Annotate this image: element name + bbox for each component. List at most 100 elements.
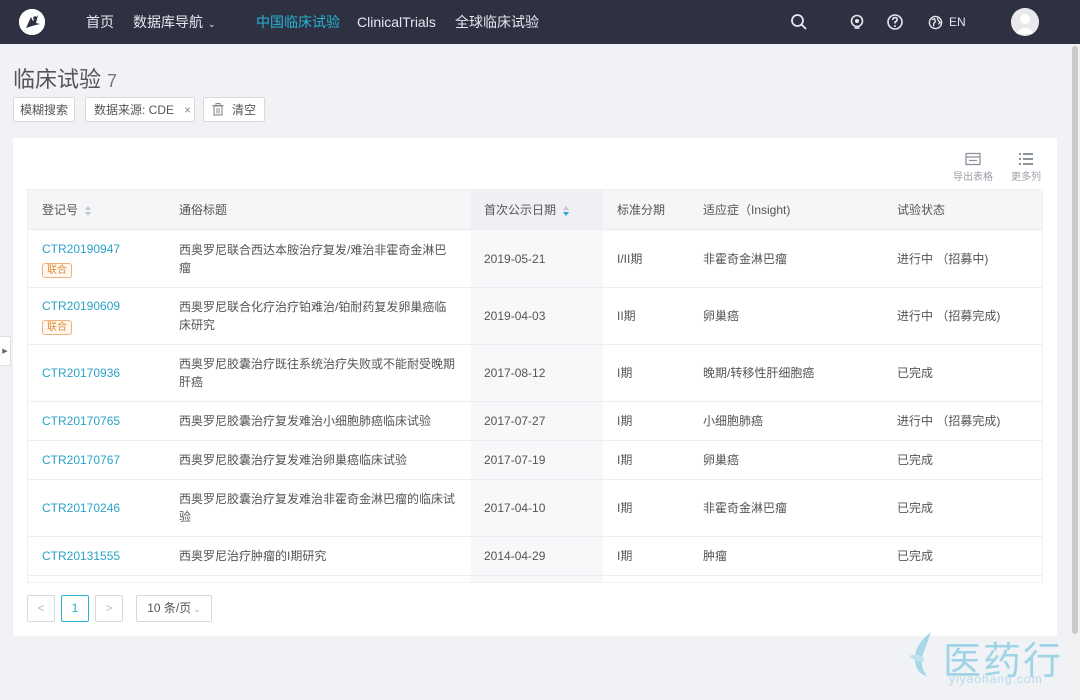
title-line: 西奥罗尼胶囊治疗复发难治非霍奇金淋巴瘤的临床试 — [179, 492, 456, 506]
export-table-button[interactable]: 导出表格 — [953, 152, 993, 183]
page-title: 临床试验 7 — [13, 62, 117, 94]
title-line: 西奥罗尼胶囊治疗既往系统治疗失败或不能耐受晚期 — [179, 357, 456, 371]
tag-label: 联合 — [42, 320, 72, 335]
header-publish-date[interactable]: 首次公示日期 — [471, 190, 603, 230]
phase: I期 — [617, 414, 633, 428]
source-filter-label: 数据来源: CDE — [94, 103, 175, 117]
result-count: 7 — [107, 71, 118, 91]
chevron-down-icon: ⌄ — [208, 19, 216, 29]
help-icon[interactable] — [885, 12, 905, 32]
watermark: 医药行 yiyaohang.com — [905, 628, 1065, 688]
trial-title: 西奥罗尼胶囊治疗复发难治卵巢癌临床试验 — [179, 453, 408, 467]
registration-link[interactable]: CTR20170246 — [42, 499, 120, 517]
trial-title: 西奥罗尼胶囊治疗复发难治非霍奇金淋巴瘤的临床试验 — [179, 490, 455, 526]
indication: 卵巢癌 — [703, 309, 740, 323]
publish-date: 2017-07-27 — [484, 414, 546, 428]
next-page-button[interactable]: > — [95, 595, 123, 622]
table-row[interactable]: CTR20170765 西奥罗尼胶囊治疗复发难治小细胞肺癌临床试验 2017-0… — [28, 402, 1042, 441]
sort-icon[interactable] — [563, 205, 570, 216]
registration-link[interactable]: CTR20131555 — [42, 547, 120, 565]
trial-status: 已完成 — [897, 366, 934, 380]
lightbulb-icon[interactable] — [847, 12, 867, 32]
trial-status: 已完成 — [897, 549, 934, 563]
nav-clinicaltrials[interactable]: ClinicalTrials — [357, 0, 436, 44]
table-row[interactable]: CTR20131555 西奥罗尼治疗肿瘤的I期研究 2014-04-29 I期 … — [28, 537, 1042, 576]
page-size-select[interactable]: 10 条/页 ⌄ — [136, 595, 212, 622]
registration-link[interactable]: CTR20190947 — [42, 240, 120, 258]
language-label: EN — [949, 15, 966, 29]
language-switch[interactable]: EN — [928, 0, 966, 44]
page-scrollbar[interactable] — [1070, 44, 1080, 700]
caret-right-icon: ▶ — [2, 348, 8, 355]
registration-link[interactable]: CTR20170936 — [42, 364, 120, 382]
combination-tag: 联合 — [42, 317, 72, 335]
app-logo[interactable] — [19, 9, 45, 35]
header-indication: 适应症（Insight) — [703, 203, 791, 217]
results-card: 导出表格 更多列 登记号 通俗标题 首次公示日期 标准分期 适应症（Insigh… — [13, 138, 1057, 636]
nav-global-clinical-trials[interactable]: 全球临床试验 — [455, 0, 539, 44]
sort-icon[interactable] — [85, 205, 92, 216]
table-row[interactable]: CTR20170767 西奥罗尼胶囊治疗复发难治卵巢癌临床试验 2017-07-… — [28, 441, 1042, 480]
export-icon — [953, 152, 993, 166]
phase: I期 — [617, 453, 633, 467]
leaf-icon — [909, 632, 931, 676]
export-label: 导出表格 — [953, 172, 993, 183]
phase: II期 — [617, 309, 636, 323]
trash-icon — [212, 103, 224, 116]
more-columns-button[interactable]: 更多列 — [1011, 152, 1041, 183]
header-status: 试验状态 — [897, 203, 946, 217]
scrollbar-thumb[interactable] — [1072, 46, 1078, 634]
sidebar-expand-handle[interactable]: ▶ — [0, 336, 11, 366]
search-icon[interactable] — [789, 12, 809, 32]
close-icon[interactable]: × — [184, 103, 191, 117]
registration-link[interactable]: CTR20170765 — [42, 412, 120, 430]
clear-button[interactable]: 清空 — [203, 97, 265, 122]
globe-icon — [928, 15, 943, 30]
publish-date: 2017-07-19 — [484, 453, 546, 467]
more-columns-label: 更多列 — [1011, 172, 1041, 183]
page-1-button[interactable]: 1 — [61, 595, 89, 622]
table-row[interactable]: CTR20170936 西奥罗尼胶囊治疗既往系统治疗失败或不能耐受晚期 肝癌 20… — [28, 345, 1042, 402]
header-phase: 标准分期 — [617, 203, 666, 217]
publish-date: 2017-04-10 — [484, 501, 546, 515]
source-filter-chip: 数据来源: CDE × — [85, 97, 195, 122]
trials-table: 登记号 通俗标题 首次公示日期 标准分期 适应症（Insight) 试验状态 C… — [27, 189, 1043, 583]
indication: 小细胞肺癌 — [703, 414, 764, 428]
table-row[interactable]: CTR20190609 联合 西奥罗尼联合化疗治疗铂难治/铂耐药复发卵巢癌临 床研… — [28, 288, 1042, 345]
header-title: 通俗标题 — [179, 203, 228, 217]
header-registration-no[interactable]: 登记号 — [42, 190, 92, 230]
registration-link[interactable]: CTR20190609 — [42, 297, 120, 315]
publish-date: 2014-04-29 — [484, 549, 546, 563]
indication: 肿瘤 — [703, 549, 728, 563]
trial-title: 西奥罗尼胶囊治疗复发难治小细胞肺癌临床试验 — [179, 414, 432, 428]
page-size-label: 10 条/页 — [147, 601, 192, 615]
table-row[interactable]: CTR20190947 联合 西奥罗尼联合西达本胺治疗复发/难治非霍奇金淋巴瘤 … — [28, 231, 1042, 288]
trial-title: 西奥罗尼胶囊治疗既往系统治疗失败或不能耐受晚期 肝癌 — [179, 355, 455, 391]
title-line: 床研究 — [179, 318, 216, 332]
clear-label: 清空 — [232, 103, 257, 117]
table-row[interactable]: CTR20170246 西奥罗尼胶囊治疗复发难治非霍奇金淋巴瘤的临床试验 201… — [28, 480, 1042, 537]
nav-china-clinical-trials[interactable]: 中国临床试验 — [256, 0, 340, 44]
combination-tag: 联合 — [42, 260, 72, 278]
list-icon — [1011, 152, 1041, 166]
publish-date: 2019-05-21 — [484, 252, 546, 266]
user-avatar[interactable] — [1011, 8, 1039, 36]
phase: I/II期 — [617, 252, 643, 266]
indication: 非霍奇金淋巴瘤 — [703, 252, 788, 266]
trial-status: 进行中 （招募完成) — [897, 309, 1001, 323]
indication: 晚期/转移性肝细胞癌 — [703, 366, 815, 380]
trial-status: 已完成 — [897, 453, 934, 467]
nav-database-navigator[interactable]: 数据库导航 ⌄ — [133, 0, 216, 44]
trial-title: 西奥罗尼联合西达本胺治疗复发/难治非霍奇金淋巴瘤 — [179, 241, 446, 277]
publish-date: 2019-04-03 — [484, 309, 546, 323]
registration-link[interactable]: CTR20170767 — [42, 451, 120, 469]
tag-label: 联合 — [42, 263, 72, 278]
publish-date: 2017-08-12 — [484, 366, 546, 380]
title-line: 验 — [179, 510, 192, 524]
trial-status: 进行中 （招募中) — [897, 252, 989, 266]
watermark-en: yiyaohang.com — [949, 672, 1043, 686]
fuzzy-search-chip[interactable]: 模糊搜索 — [13, 97, 75, 122]
phase: I期 — [617, 501, 633, 515]
nav-home[interactable]: 首页 — [86, 0, 114, 44]
prev-page-button[interactable]: < — [27, 595, 55, 622]
